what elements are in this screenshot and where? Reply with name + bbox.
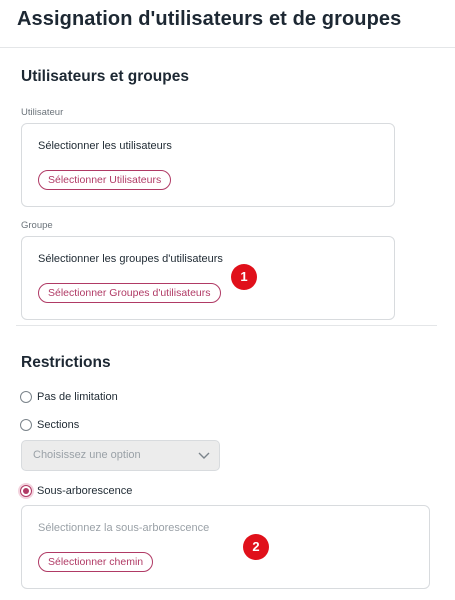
user-field-label: Utilisateur (21, 107, 64, 118)
radio-button-checked[interactable] (20, 485, 32, 497)
sections-select-value: Choisissez une option (33, 449, 141, 461)
restrictions-heading: Restrictions (21, 354, 111, 371)
group-selection-card: Sélectionner les groupes d'utilisateurs … (21, 236, 395, 320)
user-selection-prompt: Sélectionner les utilisateurs (38, 140, 172, 152)
radio-label: Sous-arborescence (37, 485, 133, 497)
section-divider (16, 325, 437, 326)
group-selection-prompt: Sélectionner les groupes d'utilisateurs (38, 253, 223, 265)
chevron-down-icon (198, 452, 210, 459)
radio-button[interactable] (20, 391, 32, 403)
user-selection-card: Sélectionner les utilisateurs Sélectionn… (21, 123, 395, 207)
select-groups-button[interactable]: Sélectionner Groupes d'utilisateurs (38, 283, 221, 303)
header-divider (0, 47, 455, 48)
sections-select[interactable]: Choisissez une option (21, 440, 220, 471)
radio-button[interactable] (20, 419, 32, 431)
radio-no-limitation[interactable]: Pas de limitation (20, 390, 118, 404)
radio-label: Pas de limitation (37, 391, 118, 403)
page-title: Assignation d'utilisateurs et de groupes (17, 8, 402, 30)
annotation-marker-2: 2 (243, 534, 269, 560)
annotation-marker-1: 1 (231, 264, 257, 290)
select-users-button[interactable]: Sélectionner Utilisateurs (38, 170, 172, 190)
users-groups-heading: Utilisateurs et groupes (21, 68, 189, 85)
radio-label: Sections (37, 419, 80, 431)
subtree-selection-prompt: Sélectionnez la sous-arborescence (38, 522, 210, 534)
group-field-label: Groupe (21, 220, 53, 231)
radio-subtree[interactable]: Sous-arborescence (20, 484, 132, 498)
radio-sections[interactable]: Sections (20, 418, 79, 432)
select-path-button[interactable]: Sélectionner chemin (38, 552, 154, 572)
subtree-selection-card: Sélectionnez la sous-arborescence Sélect… (21, 505, 430, 589)
